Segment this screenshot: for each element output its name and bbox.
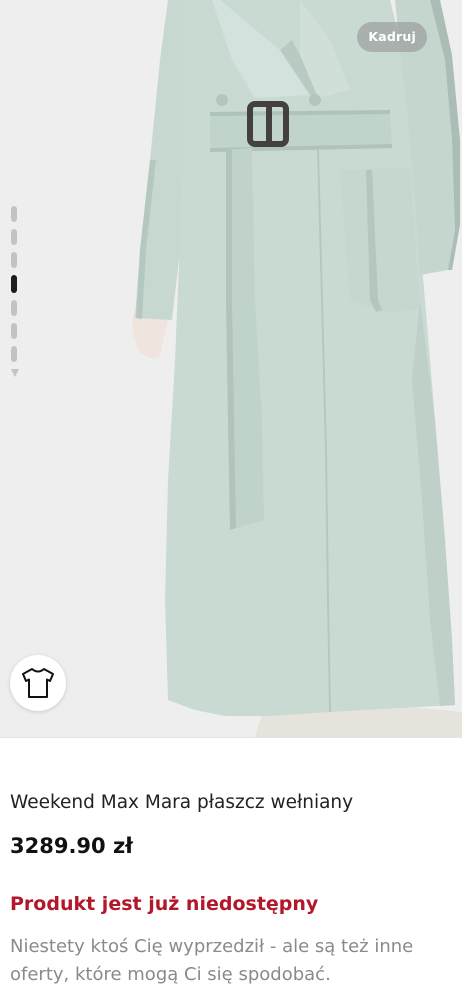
gallery-dot[interactable] [11,252,17,268]
product-image-gallery[interactable]: Kadruj [0,0,462,737]
availability-message: Niestety ktoś Cię wyprzedził - ale są te… [10,936,414,985]
crop-button[interactable]: Kadruj [357,22,427,52]
product-photo[interactable] [0,0,462,737]
gallery-dot[interactable] [11,206,17,222]
gallery-dot[interactable] [11,346,17,362]
availability-status: Produkt jest już niedostępny [10,893,319,915]
gallery-dot[interactable] [11,229,17,245]
gallery-dot[interactable] [11,323,17,339]
tshirt-icon [22,668,54,698]
product-title: Weekend Max Mara płaszcz wełniany [10,792,354,813]
gallery-dot[interactable] [11,300,17,316]
gallery-pagination[interactable] [10,206,19,377]
chevron-down-icon[interactable] [11,369,19,377]
section-divider [0,737,462,738]
product-page: Kadruj Weekend Max Mara płaszcz wełniany… [0,0,462,999]
gallery-dot-active[interactable] [11,275,17,293]
product-price: 3289.90 zł [10,834,133,858]
try-on-button[interactable] [10,655,66,711]
